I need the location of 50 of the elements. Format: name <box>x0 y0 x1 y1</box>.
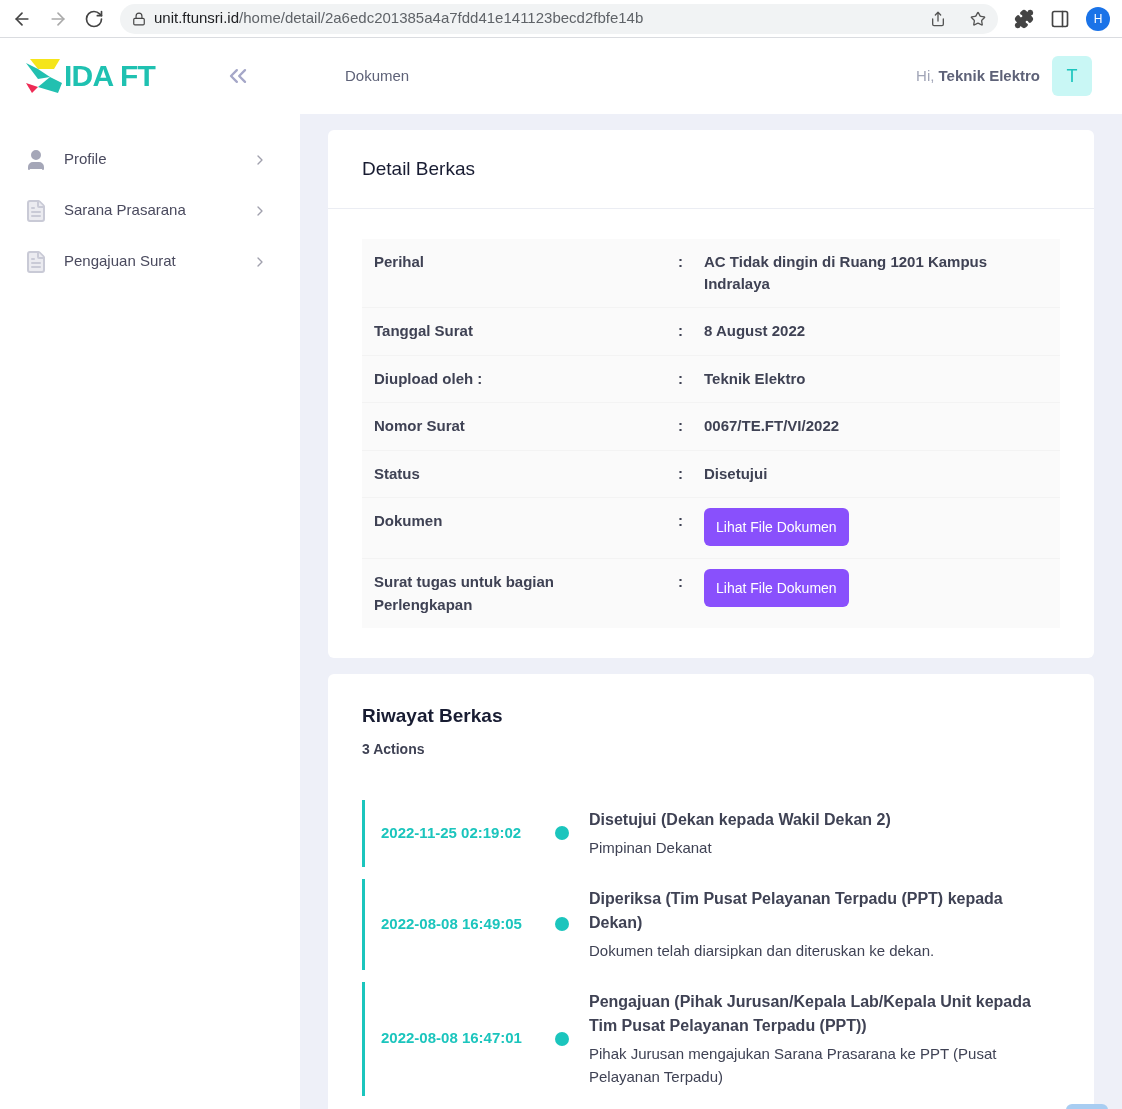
side-panel-icon[interactable] <box>1050 8 1070 29</box>
field-value: 8 August 2022 <box>704 321 807 341</box>
profile-avatar[interactable]: H <box>1086 6 1110 31</box>
field-value: Disetujui <box>704 463 769 484</box>
timeline-date: 2022-11-25 02:19:02 <box>380 822 523 843</box>
timeline-date: 2022-08-08 16:49:05 <box>380 913 523 934</box>
field-value: Teknik Elektro <box>704 368 807 389</box>
timeline-title: Pengajuan (Pihak Jurusan/Kepala Lab/Kepala Unit kepada Tim Pusat Pelayanan Terpadu (PPT)) <box>589 991 1032 1036</box>
action-count: 3 Actions <box>362 739 426 759</box>
field-label: Dokumen <box>374 511 444 531</box>
sidebar-item[interactable]: Profile <box>0 134 300 185</box>
star-icon[interactable] <box>970 10 986 27</box>
field-value: AC Tidak dingin di Ruang 1201 Kampus Indralaya <box>704 252 989 294</box>
extensions-icon[interactable] <box>1014 8 1034 29</box>
address-bar[interactable]: unit.ftunsri.id/home/detail/2a6edc201385a4a7fdd41e141123becd2fbfe14b <box>120 3 998 34</box>
document-icon <box>24 198 48 223</box>
field-label: Tanggal Surat <box>374 321 474 341</box>
field-label: Nomor Surat <box>374 416 466 436</box>
colon: : <box>678 368 684 389</box>
timeline-note: Pihak Jurusan mengajukan Sarana Prasarana ke PPT (Pusat Pelayanan Terpadu) <box>589 1043 998 1087</box>
colon: : <box>678 321 684 341</box>
colon: : <box>678 463 684 484</box>
greeting-text: Hi, Teknik Elektro <box>916 65 1040 86</box>
field-label: Status <box>374 463 421 484</box>
share-icon[interactable] <box>930 10 946 27</box>
field-label: Surat tugas untuk bagian Perlengkapan <box>374 572 555 615</box>
sidebar-item[interactable]: Pengajuan Surat <box>0 236 300 287</box>
timeline-note: Dokumen telah diarsipkan dan diteruskan ke dekan. <box>589 940 936 961</box>
colon: : <box>678 416 684 436</box>
field-value: 0067/TE.FT/VI/2022 <box>704 416 841 436</box>
view-file-button[interactable]: Lihat File Dokumen <box>704 508 849 546</box>
colon: : <box>678 252 684 272</box>
sidebar-item[interactable]: Sarana Prasarana <box>0 185 300 236</box>
card-title: Riwayat Berkas <box>362 704 504 728</box>
view-file-button[interactable]: Lihat File Dokumen <box>704 569 849 607</box>
colon: : <box>678 572 684 592</box>
url-text: unit.ftunsri.id/home/detail/2a6edc201385a4a7fdd41e141123becd2fbfe14b <box>154 8 645 29</box>
field-label: Perihal <box>374 252 426 272</box>
timeline-date: 2022-08-08 16:47:01 <box>380 1028 523 1049</box>
card-title: Detail Berkas <box>328 130 1094 209</box>
reload-icon[interactable] <box>84 8 104 29</box>
breadcrumb: Dokumen <box>345 65 410 86</box>
timeline-title: Diperiksa (Tim Pusat Pelayanan Terpadu (PPT) kepada Dekan) <box>589 888 1004 933</box>
timeline-title: Disetujui (Dekan kepada Wakil Dekan 2) <box>589 809 892 830</box>
logo-icon <box>24 57 64 95</box>
field-label: Diupload oleh : <box>374 368 484 389</box>
document-icon <box>24 249 48 274</box>
lock-icon <box>132 11 146 26</box>
colon: : <box>678 511 684 531</box>
timeline-note: Pimpinan Dekanat <box>589 837 713 858</box>
